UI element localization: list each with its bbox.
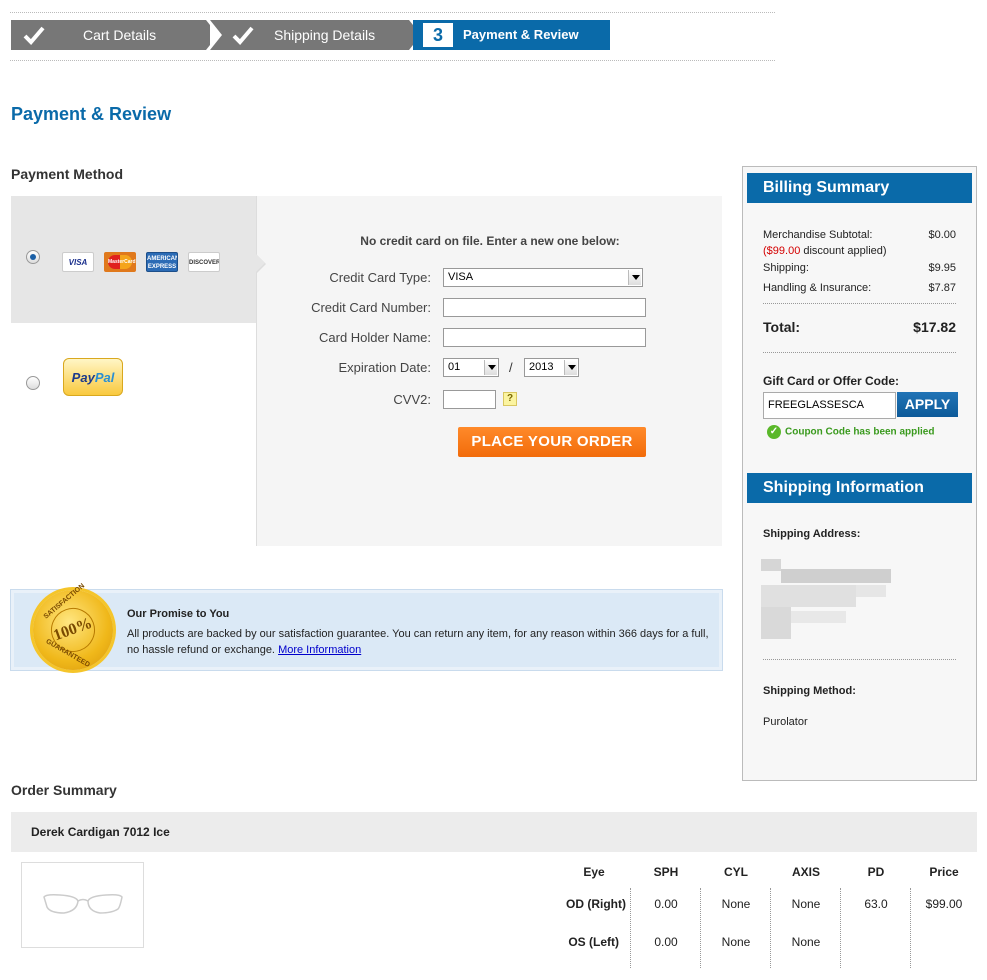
card-holder-input[interactable] bbox=[443, 328, 646, 347]
more-information-link[interactable]: More Information bbox=[278, 644, 361, 656]
divider bbox=[763, 303, 956, 304]
chevron-down-icon bbox=[564, 360, 577, 375]
row-cyl-left: None bbox=[721, 935, 751, 949]
amex-icon: AMERICAN EXPRESS bbox=[146, 252, 178, 272]
discover-icon: DISCOVER bbox=[188, 252, 220, 272]
row-cyl-right: None bbox=[721, 897, 751, 911]
column-header-price: Price bbox=[929, 865, 959, 879]
product-name: Derek Cardigan 7012 Ice bbox=[31, 825, 170, 839]
card-number-row: Credit Card Number: bbox=[257, 298, 723, 318]
checkmark-icon bbox=[23, 26, 45, 45]
row-sph-right: 0.00 bbox=[654, 897, 678, 911]
step-label: Cart Details bbox=[83, 27, 157, 43]
column-header-sph: SPH bbox=[653, 865, 679, 879]
column-header-eye: Eye bbox=[583, 865, 605, 879]
promise-text: All products are backed by our satisfact… bbox=[127, 628, 709, 656]
place-order-button[interactable]: PLACE YOUR ORDER bbox=[458, 427, 646, 457]
billing-sidebar: Billing Summary Merchandise Subtotal: $0.… bbox=[742, 166, 977, 781]
apply-button[interactable]: APPLY bbox=[897, 392, 958, 417]
column-header-axis: AXIS bbox=[791, 865, 820, 879]
column-divider bbox=[700, 888, 701, 968]
credit-card-form: No credit card on file. Enter a new one … bbox=[256, 196, 722, 546]
step-label: Payment & Review bbox=[463, 27, 579, 42]
row-axis-left: None bbox=[791, 935, 821, 949]
expiry-year-select[interactable]: 2013 bbox=[524, 358, 579, 377]
divider bbox=[763, 659, 956, 660]
row-sph-left: 0.00 bbox=[654, 935, 678, 949]
coupon-success-message: ✓ Coupon Code has been applied bbox=[767, 425, 934, 439]
row-axis-right: None bbox=[791, 897, 821, 911]
column-header-pd: PD bbox=[867, 865, 885, 879]
card-type-select[interactable]: VISA bbox=[443, 268, 643, 287]
expiration-label: Expiration Date: bbox=[338, 360, 432, 375]
cvv-row: CVV2: ? bbox=[257, 390, 723, 410]
gift-card-label: Gift Card or Offer Code: bbox=[763, 374, 900, 388]
step-label: Shipping Details bbox=[274, 27, 376, 43]
shipping-method-label: Shipping Method: bbox=[763, 685, 856, 697]
shipping-address-label: Shipping Address: bbox=[763, 528, 861, 540]
checkout-steps: Cart Details Shipping Details 3 Payment … bbox=[11, 20, 611, 50]
divider bbox=[763, 352, 956, 353]
satisfaction-promise: SATISFACTION 100% GUARANTEED Our Promise… bbox=[10, 582, 723, 671]
billing-summary-heading: Billing Summary bbox=[747, 173, 972, 203]
card-type-row: Credit Card Type: VISA bbox=[257, 268, 723, 288]
card-holder-label: Card Holder Name: bbox=[319, 330, 431, 345]
card-type-label: Credit Card Type: bbox=[329, 270, 431, 285]
chevron-down-icon bbox=[628, 270, 641, 285]
column-divider bbox=[770, 888, 771, 968]
checkmark-circle-icon: ✓ bbox=[767, 425, 781, 439]
card-number-input[interactable] bbox=[443, 298, 646, 317]
credit-card-radio[interactable] bbox=[26, 250, 40, 264]
row-eye-right: OD (Right) bbox=[566, 897, 626, 911]
row-eye-left: OS (Left) bbox=[568, 935, 619, 949]
step-shipping-details[interactable]: Shipping Details bbox=[210, 20, 421, 50]
mastercard-icon: MasterCard bbox=[104, 252, 136, 272]
paypal-radio[interactable] bbox=[26, 376, 40, 390]
page-title: Payment & Review bbox=[11, 104, 172, 124]
cvv-input[interactable] bbox=[443, 390, 496, 409]
product-image[interactable] bbox=[21, 862, 144, 948]
shipping-row: Shipping: $9.95 bbox=[763, 262, 956, 274]
shipping-information-heading: Shipping Information bbox=[747, 473, 972, 503]
expiry-month-select[interactable]: 01 bbox=[443, 358, 499, 377]
satisfaction-guarantee-seal-icon: SATISFACTION 100% GUARANTEED bbox=[33, 582, 113, 670]
step-payment-review: 3 Payment & Review bbox=[413, 20, 610, 50]
payment-method-heading: Payment Method bbox=[11, 166, 124, 182]
shipping-method-value: Purolator bbox=[763, 716, 808, 728]
column-divider bbox=[910, 888, 911, 968]
row-price-right: $99.00 bbox=[925, 897, 963, 911]
subtotal-row: Merchandise Subtotal: $0.00 bbox=[763, 229, 956, 241]
cvv-label: CVV2: bbox=[393, 392, 431, 407]
order-summary-heading: Order Summary bbox=[11, 782, 117, 798]
column-header-cyl: CYL bbox=[724, 865, 748, 879]
gift-card-input[interactable]: FREEGLASSESCA bbox=[763, 392, 896, 419]
product-header: Derek Cardigan 7012 Ice bbox=[11, 812, 977, 852]
card-number-label: Credit Card Number: bbox=[311, 300, 431, 315]
step-number: 3 bbox=[423, 23, 453, 47]
discount-row: ($99.00 discount applied) bbox=[763, 245, 887, 257]
step-bar-top-divider bbox=[10, 12, 775, 13]
card-holder-row: Card Holder Name: bbox=[257, 328, 723, 348]
checkmark-icon bbox=[232, 26, 254, 45]
paypal-logo-icon[interactable]: PayPal bbox=[63, 358, 123, 396]
promise-title: Our Promise to You bbox=[127, 608, 230, 620]
row-pd-right: 63.0 bbox=[864, 897, 888, 911]
credit-card-option[interactable]: VISA MasterCard AMERICAN EXPRESS DISCOVE… bbox=[11, 196, 256, 323]
handling-row: Handling & Insurance: $7.87 bbox=[763, 282, 956, 294]
step-cart-details[interactable]: Cart Details bbox=[11, 20, 218, 50]
step-bar-bottom-divider bbox=[10, 60, 775, 61]
column-divider bbox=[840, 888, 841, 968]
expiration-row: Expiration Date: 01 / 2013 bbox=[257, 358, 723, 378]
eyeglasses-icon bbox=[43, 894, 123, 914]
no-card-message: No credit card on file. Enter a new one … bbox=[360, 234, 620, 248]
chevron-down-icon bbox=[484, 360, 497, 375]
payment-options: VISA MasterCard AMERICAN EXPRESS DISCOVE… bbox=[11, 196, 256, 546]
help-icon[interactable]: ? bbox=[503, 392, 517, 406]
expiry-separator: / bbox=[509, 360, 513, 375]
column-divider bbox=[630, 888, 631, 968]
visa-icon: VISA bbox=[62, 252, 94, 272]
total-row: Total: $17.82 bbox=[763, 319, 956, 335]
